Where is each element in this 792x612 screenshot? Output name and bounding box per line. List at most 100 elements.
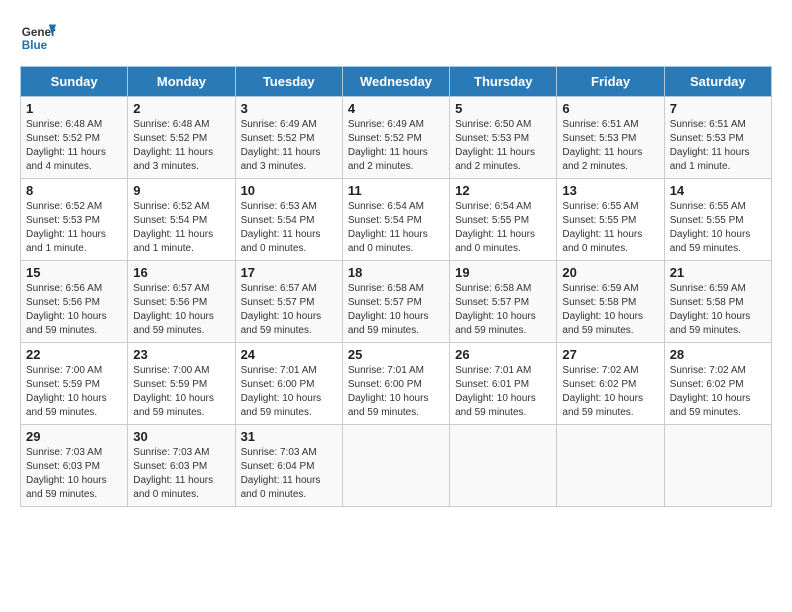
day-number: 19 — [455, 265, 551, 280]
day-number: 21 — [670, 265, 766, 280]
day-number: 12 — [455, 183, 551, 198]
day-info: Sunrise: 6:51 AMSunset: 5:53 PMDaylight:… — [670, 119, 750, 172]
day-number: 29 — [26, 429, 122, 444]
calendar-day-cell: 22 Sunrise: 7:00 AMSunset: 5:59 PMDaylig… — [21, 343, 128, 425]
calendar-day-cell: 10 Sunrise: 6:53 AMSunset: 5:54 PMDaylig… — [235, 179, 342, 261]
page-header: General Blue — [20, 20, 772, 56]
calendar-day-cell: 8 Sunrise: 6:52 AMSunset: 5:53 PMDayligh… — [21, 179, 128, 261]
day-number: 18 — [348, 265, 444, 280]
day-info: Sunrise: 6:49 AMSunset: 5:52 PMDaylight:… — [348, 119, 428, 172]
day-number: 20 — [562, 265, 658, 280]
day-info: Sunrise: 6:59 AMSunset: 5:58 PMDaylight:… — [562, 283, 643, 336]
day-info: Sunrise: 6:54 AMSunset: 5:55 PMDaylight:… — [455, 201, 535, 254]
day-info: Sunrise: 7:02 AMSunset: 6:02 PMDaylight:… — [562, 365, 643, 418]
day-info: Sunrise: 7:03 AMSunset: 6:04 PMDaylight:… — [241, 447, 321, 500]
day-info: Sunrise: 7:00 AMSunset: 5:59 PMDaylight:… — [133, 365, 214, 418]
day-info: Sunrise: 7:03 AMSunset: 6:03 PMDaylight:… — [133, 447, 213, 500]
calendar-day-cell: 4 Sunrise: 6:49 AMSunset: 5:52 PMDayligh… — [342, 97, 449, 179]
calendar-week-row: 15 Sunrise: 6:56 AMSunset: 5:56 PMDaylig… — [21, 261, 772, 343]
day-number: 2 — [133, 101, 229, 116]
calendar-header-row: SundayMondayTuesdayWednesdayThursdayFrid… — [21, 67, 772, 97]
logo: General Blue — [20, 20, 62, 56]
day-number: 15 — [26, 265, 122, 280]
day-info: Sunrise: 6:49 AMSunset: 5:52 PMDaylight:… — [241, 119, 321, 172]
day-number: 22 — [26, 347, 122, 362]
calendar-day-header: Monday — [128, 67, 235, 97]
day-info: Sunrise: 6:59 AMSunset: 5:58 PMDaylight:… — [670, 283, 751, 336]
calendar-day-cell: 20 Sunrise: 6:59 AMSunset: 5:58 PMDaylig… — [557, 261, 664, 343]
day-number: 14 — [670, 183, 766, 198]
day-info: Sunrise: 7:01 AMSunset: 6:01 PMDaylight:… — [455, 365, 536, 418]
svg-text:Blue: Blue — [22, 39, 48, 52]
calendar-day-header: Tuesday — [235, 67, 342, 97]
calendar-day-cell — [557, 425, 664, 507]
day-number: 23 — [133, 347, 229, 362]
day-number: 4 — [348, 101, 444, 116]
day-info: Sunrise: 7:03 AMSunset: 6:03 PMDaylight:… — [26, 447, 107, 500]
calendar-day-cell: 30 Sunrise: 7:03 AMSunset: 6:03 PMDaylig… — [128, 425, 235, 507]
day-info: Sunrise: 6:52 AMSunset: 5:53 PMDaylight:… — [26, 201, 106, 254]
day-info: Sunrise: 6:48 AMSunset: 5:52 PMDaylight:… — [26, 119, 106, 172]
day-number: 11 — [348, 183, 444, 198]
calendar-day-cell: 9 Sunrise: 6:52 AMSunset: 5:54 PMDayligh… — [128, 179, 235, 261]
calendar-week-row: 29 Sunrise: 7:03 AMSunset: 6:03 PMDaylig… — [21, 425, 772, 507]
calendar-day-cell — [342, 425, 449, 507]
day-info: Sunrise: 6:56 AMSunset: 5:56 PMDaylight:… — [26, 283, 107, 336]
day-number: 26 — [455, 347, 551, 362]
calendar-day-cell: 28 Sunrise: 7:02 AMSunset: 6:02 PMDaylig… — [664, 343, 771, 425]
calendar-day-cell: 31 Sunrise: 7:03 AMSunset: 6:04 PMDaylig… — [235, 425, 342, 507]
day-number: 10 — [241, 183, 337, 198]
day-info: Sunrise: 6:55 AMSunset: 5:55 PMDaylight:… — [670, 201, 751, 254]
calendar-day-header: Wednesday — [342, 67, 449, 97]
calendar-day-cell: 24 Sunrise: 7:01 AMSunset: 6:00 PMDaylig… — [235, 343, 342, 425]
calendar-table: SundayMondayTuesdayWednesdayThursdayFrid… — [20, 66, 772, 507]
calendar-day-cell: 23 Sunrise: 7:00 AMSunset: 5:59 PMDaylig… — [128, 343, 235, 425]
day-number: 27 — [562, 347, 658, 362]
day-number: 28 — [670, 347, 766, 362]
calendar-day-cell: 14 Sunrise: 6:55 AMSunset: 5:55 PMDaylig… — [664, 179, 771, 261]
calendar-day-header: Sunday — [21, 67, 128, 97]
day-info: Sunrise: 6:58 AMSunset: 5:57 PMDaylight:… — [348, 283, 429, 336]
calendar-day-cell: 5 Sunrise: 6:50 AMSunset: 5:53 PMDayligh… — [450, 97, 557, 179]
calendar-day-cell: 17 Sunrise: 6:57 AMSunset: 5:57 PMDaylig… — [235, 261, 342, 343]
calendar-day-cell: 7 Sunrise: 6:51 AMSunset: 5:53 PMDayligh… — [664, 97, 771, 179]
day-number: 30 — [133, 429, 229, 444]
calendar-day-cell: 18 Sunrise: 6:58 AMSunset: 5:57 PMDaylig… — [342, 261, 449, 343]
day-info: Sunrise: 6:58 AMSunset: 5:57 PMDaylight:… — [455, 283, 536, 336]
calendar-day-cell: 2 Sunrise: 6:48 AMSunset: 5:52 PMDayligh… — [128, 97, 235, 179]
day-info: Sunrise: 7:01 AMSunset: 6:00 PMDaylight:… — [348, 365, 429, 418]
day-info: Sunrise: 6:55 AMSunset: 5:55 PMDaylight:… — [562, 201, 642, 254]
day-info: Sunrise: 6:57 AMSunset: 5:57 PMDaylight:… — [241, 283, 322, 336]
calendar-day-cell — [450, 425, 557, 507]
day-info: Sunrise: 7:00 AMSunset: 5:59 PMDaylight:… — [26, 365, 107, 418]
day-number: 5 — [455, 101, 551, 116]
day-number: 8 — [26, 183, 122, 198]
calendar-day-header: Saturday — [664, 67, 771, 97]
day-info: Sunrise: 6:50 AMSunset: 5:53 PMDaylight:… — [455, 119, 535, 172]
calendar-day-cell — [664, 425, 771, 507]
logo-icon: General Blue — [20, 20, 56, 56]
day-info: Sunrise: 7:01 AMSunset: 6:00 PMDaylight:… — [241, 365, 322, 418]
calendar-day-header: Thursday — [450, 67, 557, 97]
calendar-day-cell: 11 Sunrise: 6:54 AMSunset: 5:54 PMDaylig… — [342, 179, 449, 261]
day-number: 25 — [348, 347, 444, 362]
day-number: 24 — [241, 347, 337, 362]
calendar-day-cell: 15 Sunrise: 6:56 AMSunset: 5:56 PMDaylig… — [21, 261, 128, 343]
day-number: 9 — [133, 183, 229, 198]
calendar-day-cell: 27 Sunrise: 7:02 AMSunset: 6:02 PMDaylig… — [557, 343, 664, 425]
day-number: 31 — [241, 429, 337, 444]
calendar-day-cell: 19 Sunrise: 6:58 AMSunset: 5:57 PMDaylig… — [450, 261, 557, 343]
day-number: 7 — [670, 101, 766, 116]
day-info: Sunrise: 6:57 AMSunset: 5:56 PMDaylight:… — [133, 283, 214, 336]
calendar-day-header: Friday — [557, 67, 664, 97]
day-number: 16 — [133, 265, 229, 280]
calendar-day-cell: 6 Sunrise: 6:51 AMSunset: 5:53 PMDayligh… — [557, 97, 664, 179]
day-number: 13 — [562, 183, 658, 198]
day-number: 17 — [241, 265, 337, 280]
day-info: Sunrise: 6:54 AMSunset: 5:54 PMDaylight:… — [348, 201, 428, 254]
calendar-body: 1 Sunrise: 6:48 AMSunset: 5:52 PMDayligh… — [21, 97, 772, 507]
calendar-day-cell: 12 Sunrise: 6:54 AMSunset: 5:55 PMDaylig… — [450, 179, 557, 261]
calendar-day-cell: 29 Sunrise: 7:03 AMSunset: 6:03 PMDaylig… — [21, 425, 128, 507]
calendar-day-cell: 3 Sunrise: 6:49 AMSunset: 5:52 PMDayligh… — [235, 97, 342, 179]
day-number: 6 — [562, 101, 658, 116]
